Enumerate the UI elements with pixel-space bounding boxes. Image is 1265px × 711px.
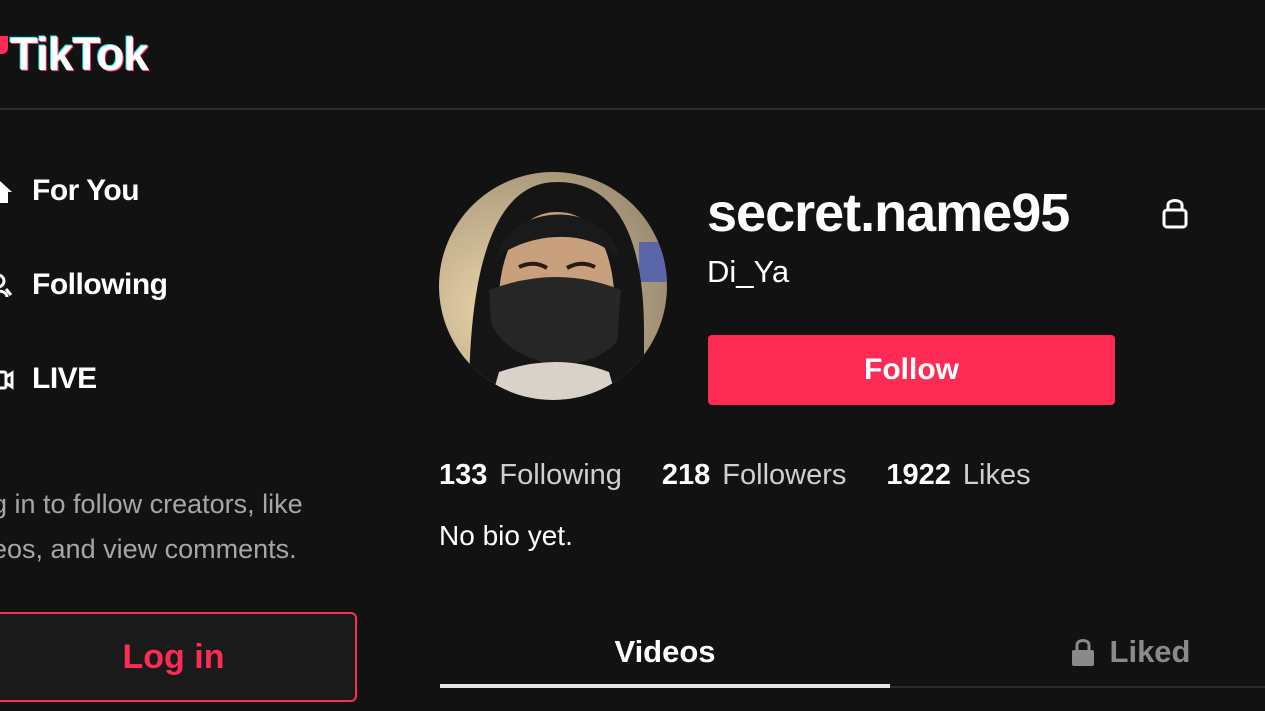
profile-stats: 133 Following 218 Followers 1922 Likes <box>439 455 1071 495</box>
stat-followers[interactable]: 218 Followers <box>662 459 846 492</box>
profile-nickname: Di_Ya <box>707 254 790 289</box>
lock-icon <box>1070 637 1096 667</box>
live-icon <box>0 365 14 393</box>
sidebar-item-live[interactable]: LIVE <box>0 354 97 404</box>
follow-button[interactable]: Follow <box>708 335 1115 405</box>
stat-count: 218 <box>661 458 711 491</box>
tab-liked[interactable]: Liked <box>1050 622 1210 682</box>
sidebar-item-for-you[interactable]: For You <box>0 166 140 216</box>
sidebar-item-label: For You <box>32 174 140 207</box>
stat-label: Likes <box>962 458 1031 491</box>
stat-count: 133 <box>439 458 488 491</box>
logo-text: TikTok <box>10 28 149 80</box>
avatar[interactable] <box>439 172 667 400</box>
tiktok-logo-icon <box>0 36 8 54</box>
login-button[interactable]: Log in <box>0 612 357 702</box>
lock-icon <box>1160 196 1190 235</box>
stat-likes: 1922 Likes <box>886 459 1030 492</box>
login-hint-line: eos, and view comments. <box>0 534 297 564</box>
top-header: TikTok <box>0 0 1265 110</box>
users-icon <box>0 271 14 299</box>
tiktok-logo[interactable]: TikTok <box>0 24 149 84</box>
tab-videos[interactable]: Videos <box>440 622 890 682</box>
stat-following[interactable]: 133 Following <box>439 459 622 492</box>
active-tab-indicator <box>440 684 890 688</box>
login-hint-text: g in to follow creators, like eos, and v… <box>0 482 362 572</box>
sidebar-item-following[interactable]: Following <box>0 260 168 310</box>
sidebar-item-label: LIVE <box>32 362 97 395</box>
stat-label: Following <box>499 458 622 491</box>
stat-label: Followers <box>722 458 847 491</box>
profile-username: secret.name95 <box>707 183 1070 243</box>
home-icon <box>0 177 14 205</box>
sidebar-item-label: Following <box>32 268 168 301</box>
login-hint-line: g in to follow creators, like <box>0 489 303 519</box>
stat-count: 1922 <box>886 458 951 491</box>
profile-bio: No bio yet. <box>439 520 573 551</box>
tab-label: Liked <box>1109 634 1191 669</box>
